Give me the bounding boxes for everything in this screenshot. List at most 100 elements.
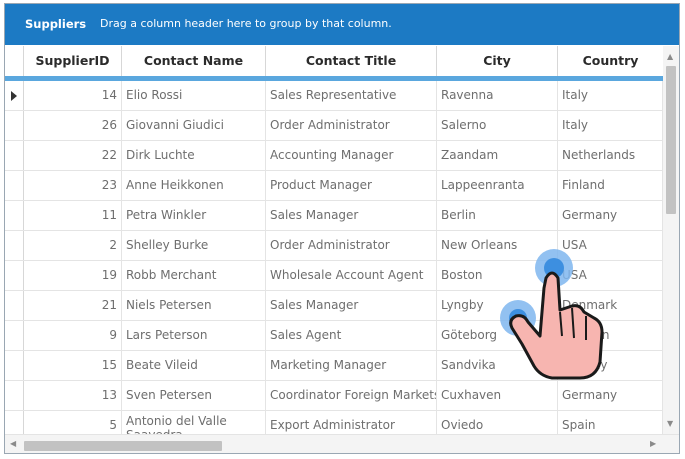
cell-city[interactable]: Berlin xyxy=(437,201,558,230)
table-row[interactable]: 23 Anne Heikkonen Product Manager Lappeenra… xyxy=(5,171,663,201)
cell-country[interactable]: Norway xyxy=(558,351,663,380)
cell-contact-name[interactable]: Lars Peterson xyxy=(122,321,266,350)
cell-country[interactable]: USA xyxy=(558,261,663,290)
cell-contact-name[interactable]: Elio Rossi xyxy=(122,81,266,110)
cell-supplierid[interactable]: 9 xyxy=(24,321,122,350)
cell-contact-name[interactable]: Niels Petersen xyxy=(122,291,266,320)
suppliers-grid: Suppliers Drag a column header here to g… xyxy=(4,3,680,454)
grid-rows: 14 Elio Rossi Sales Representative Ravenna I… xyxy=(5,81,663,434)
row-indicator[interactable] xyxy=(5,261,24,290)
row-indicator[interactable] xyxy=(5,81,24,110)
cell-city[interactable]: Lappeenranta xyxy=(437,171,558,200)
row-indicator[interactable] xyxy=(5,381,24,410)
cell-contact-title[interactable]: Accounting Manager xyxy=(266,141,437,170)
cell-country[interactable]: Netherlands xyxy=(558,141,663,170)
row-indicator[interactable] xyxy=(5,351,24,380)
table-row[interactable]: 5Antonio del Valle SaavedraExport Admini… xyxy=(5,411,663,434)
cell-country[interactable]: Italy xyxy=(558,111,663,140)
scroll-right-icon[interactable]: ▶ xyxy=(650,439,656,448)
scroll-down-icon[interactable]: ▼ xyxy=(667,419,673,428)
horizontal-scrollbar[interactable]: ◀ ▶ xyxy=(5,434,679,453)
table-row[interactable]: 26 Giovanni Giudici Order Administrator Sal… xyxy=(5,111,663,141)
cell-contact-name[interactable]: Shelley Burke xyxy=(122,231,266,260)
cell-contact-name[interactable]: Antonio del Valle Saavedra xyxy=(122,411,266,434)
cell-contact-title[interactable]: Wholesale Account Agent xyxy=(266,261,437,290)
cell-supplierid[interactable]: 14 xyxy=(24,81,122,110)
table-row[interactable]: 9 Lars Peterson Sales Agent Göteborg Sweden xyxy=(5,321,663,351)
table-row[interactable]: 13 Sven Petersen Coordinator Foreign Marke… xyxy=(5,381,663,411)
cell-city[interactable]: Salerno xyxy=(437,111,558,140)
cell-contact-name[interactable]: Sven Petersen xyxy=(122,381,266,410)
cell-contact-name[interactable]: Dirk Luchte xyxy=(122,141,266,170)
cell-country[interactable]: Spain xyxy=(558,411,663,434)
cell-country[interactable]: Italy xyxy=(558,81,663,110)
cell-city[interactable]: Sandvika xyxy=(437,351,558,380)
cell-contact-name[interactable]: Beate Vileid xyxy=(122,351,266,380)
group-panel[interactable]: Suppliers Drag a column header here to g… xyxy=(5,4,679,45)
cell-supplierid[interactable]: 23 xyxy=(24,171,122,200)
table-row[interactable]: 2 Shelley Burke Order Administrator New Orl… xyxy=(5,231,663,261)
table-row[interactable]: 14 Elio Rossi Sales Representative Ravenna I… xyxy=(5,81,663,111)
cell-contact-title[interactable]: Sales Manager xyxy=(266,201,437,230)
cell-city[interactable]: Ravenna xyxy=(437,81,558,110)
cell-supplierid[interactable]: 19 xyxy=(24,261,122,290)
cell-city[interactable]: Cuxhaven xyxy=(437,381,558,410)
column-header-contact-title[interactable]: Contact Title xyxy=(266,46,437,76)
cell-contact-name[interactable]: Giovanni Giudici xyxy=(122,111,266,140)
scroll-left-icon[interactable]: ◀ xyxy=(10,439,16,448)
cell-country[interactable]: Germany xyxy=(558,381,663,410)
cell-supplierid[interactable]: 2 xyxy=(24,231,122,260)
table-row[interactable]: 21 Niels Petersen Sales Manager Lyngby Denma… xyxy=(5,291,663,321)
row-indicator[interactable] xyxy=(5,321,24,350)
cell-supplierid[interactable]: 21 xyxy=(24,291,122,320)
row-indicator[interactable] xyxy=(5,411,24,434)
cell-contact-title[interactable]: Coordinator Foreign Markets xyxy=(266,381,437,410)
cell-city[interactable]: Boston xyxy=(437,261,558,290)
table-row[interactable]: 15 Beate Vileid Marketing Manager Sandvika N… xyxy=(5,351,663,381)
column-header-country[interactable]: Country xyxy=(558,46,663,76)
cell-contact-name[interactable]: Petra Winkler xyxy=(122,201,266,230)
row-indicator[interactable] xyxy=(5,291,24,320)
scroll-up-icon[interactable]: ▲ xyxy=(667,52,673,61)
cell-country[interactable]: USA xyxy=(558,231,663,260)
table-row[interactable]: 11 Petra Winkler Sales Manager Berlin German… xyxy=(5,201,663,231)
cell-country[interactable]: Germany xyxy=(558,201,663,230)
cell-city[interactable]: Zaandam xyxy=(437,141,558,170)
row-indicator[interactable] xyxy=(5,171,24,200)
row-indicator[interactable] xyxy=(5,111,24,140)
cell-supplierid[interactable]: 15 xyxy=(24,351,122,380)
table-row[interactable]: 19 Robb Merchant Wholesale Account Agent Bo… xyxy=(5,261,663,291)
cell-supplierid[interactable]: 11 xyxy=(24,201,122,230)
cell-city[interactable]: Göteborg xyxy=(437,321,558,350)
cell-city[interactable]: New Orleans xyxy=(437,231,558,260)
column-header-city[interactable]: City xyxy=(437,46,558,76)
vertical-scroll-thumb[interactable] xyxy=(666,66,676,214)
cell-contact-title[interactable]: Sales Manager xyxy=(266,291,437,320)
cell-contact-title[interactable]: Sales Representative xyxy=(266,81,437,110)
cell-country[interactable]: Finland xyxy=(558,171,663,200)
cell-contact-name[interactable]: Robb Merchant xyxy=(122,261,266,290)
cell-contact-title[interactable]: Order Administrator xyxy=(266,231,437,260)
cell-country[interactable]: Sweden xyxy=(558,321,663,350)
cell-supplierid[interactable]: 26 xyxy=(24,111,122,140)
cell-supplierid[interactable]: 22 xyxy=(24,141,122,170)
row-indicator[interactable] xyxy=(5,201,24,230)
cell-city[interactable]: Lyngby xyxy=(437,291,558,320)
cell-contact-name[interactable]: Anne Heikkonen xyxy=(122,171,266,200)
column-header-supplierid[interactable]: SupplierID xyxy=(24,46,122,76)
cell-city[interactable]: Oviedo xyxy=(437,411,558,434)
vertical-scrollbar[interactable]: ▲ ▼ xyxy=(663,46,679,434)
table-row[interactable]: 22 Dirk Luchte Accounting Manager Zaandam Ne… xyxy=(5,141,663,171)
cell-supplierid[interactable]: 13 xyxy=(24,381,122,410)
cell-contact-title[interactable]: Product Manager xyxy=(266,171,437,200)
column-header-contact-name[interactable]: Contact Name xyxy=(122,46,266,76)
row-indicator[interactable] xyxy=(5,141,24,170)
cell-supplierid[interactable]: 5 xyxy=(24,411,122,434)
cell-contact-title[interactable]: Export Administrator xyxy=(266,411,437,434)
horizontal-scroll-thumb[interactable] xyxy=(24,441,222,451)
row-indicator[interactable] xyxy=(5,231,24,260)
cell-contact-title[interactable]: Sales Agent xyxy=(266,321,437,350)
cell-country[interactable]: Denmark xyxy=(558,291,663,320)
cell-contact-title[interactable]: Order Administrator xyxy=(266,111,437,140)
cell-contact-title[interactable]: Marketing Manager xyxy=(266,351,437,380)
